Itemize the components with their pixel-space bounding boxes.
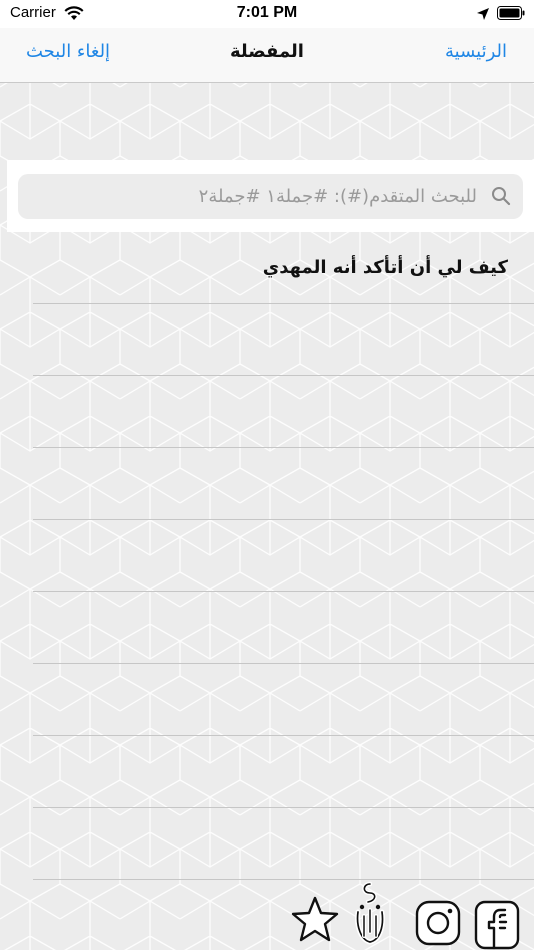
instagram-icon[interactable] (415, 900, 461, 946)
empty-row (33, 376, 534, 448)
list-item[interactable]: كيف لي أن أتأكد أنه المهدي (33, 232, 534, 304)
list-item-label: كيف لي أن أتأكد أنه المهدي (262, 257, 508, 278)
facebook-icon[interactable] (474, 900, 520, 950)
empty-row (33, 448, 534, 520)
empty-row (33, 736, 534, 808)
star-icon[interactable] (290, 895, 340, 945)
search-bar: للبحث المتقدم(#): #جملة١ #جملة٢ (7, 160, 534, 232)
empty-row (33, 592, 534, 664)
location-arrow-icon (477, 8, 489, 20)
navigation-bar: إلغاء البحث المفضلة الرئيسية (0, 28, 534, 83)
bottom-toolbar (0, 870, 534, 950)
calligraphy-logo-icon[interactable] (352, 880, 388, 950)
status-time: 7:01 PM (236, 4, 298, 21)
empty-row (33, 664, 534, 736)
empty-row (33, 520, 534, 592)
empty-row (33, 304, 534, 376)
search-placeholder: للبحث المتقدم(#): #جملة١ #جملة٢ (198, 186, 477, 207)
status-bar: Carrier 7:01 PM (0, 0, 534, 28)
search-input[interactable]: للبحث المتقدم(#): #جملة١ #جملة٢ (18, 174, 523, 219)
favorites-list: كيف لي أن أتأكد أنه المهدي (33, 232, 534, 880)
search-icon (492, 187, 511, 206)
battery-icon (497, 6, 525, 20)
home-button[interactable]: الرئيسية (445, 41, 507, 62)
